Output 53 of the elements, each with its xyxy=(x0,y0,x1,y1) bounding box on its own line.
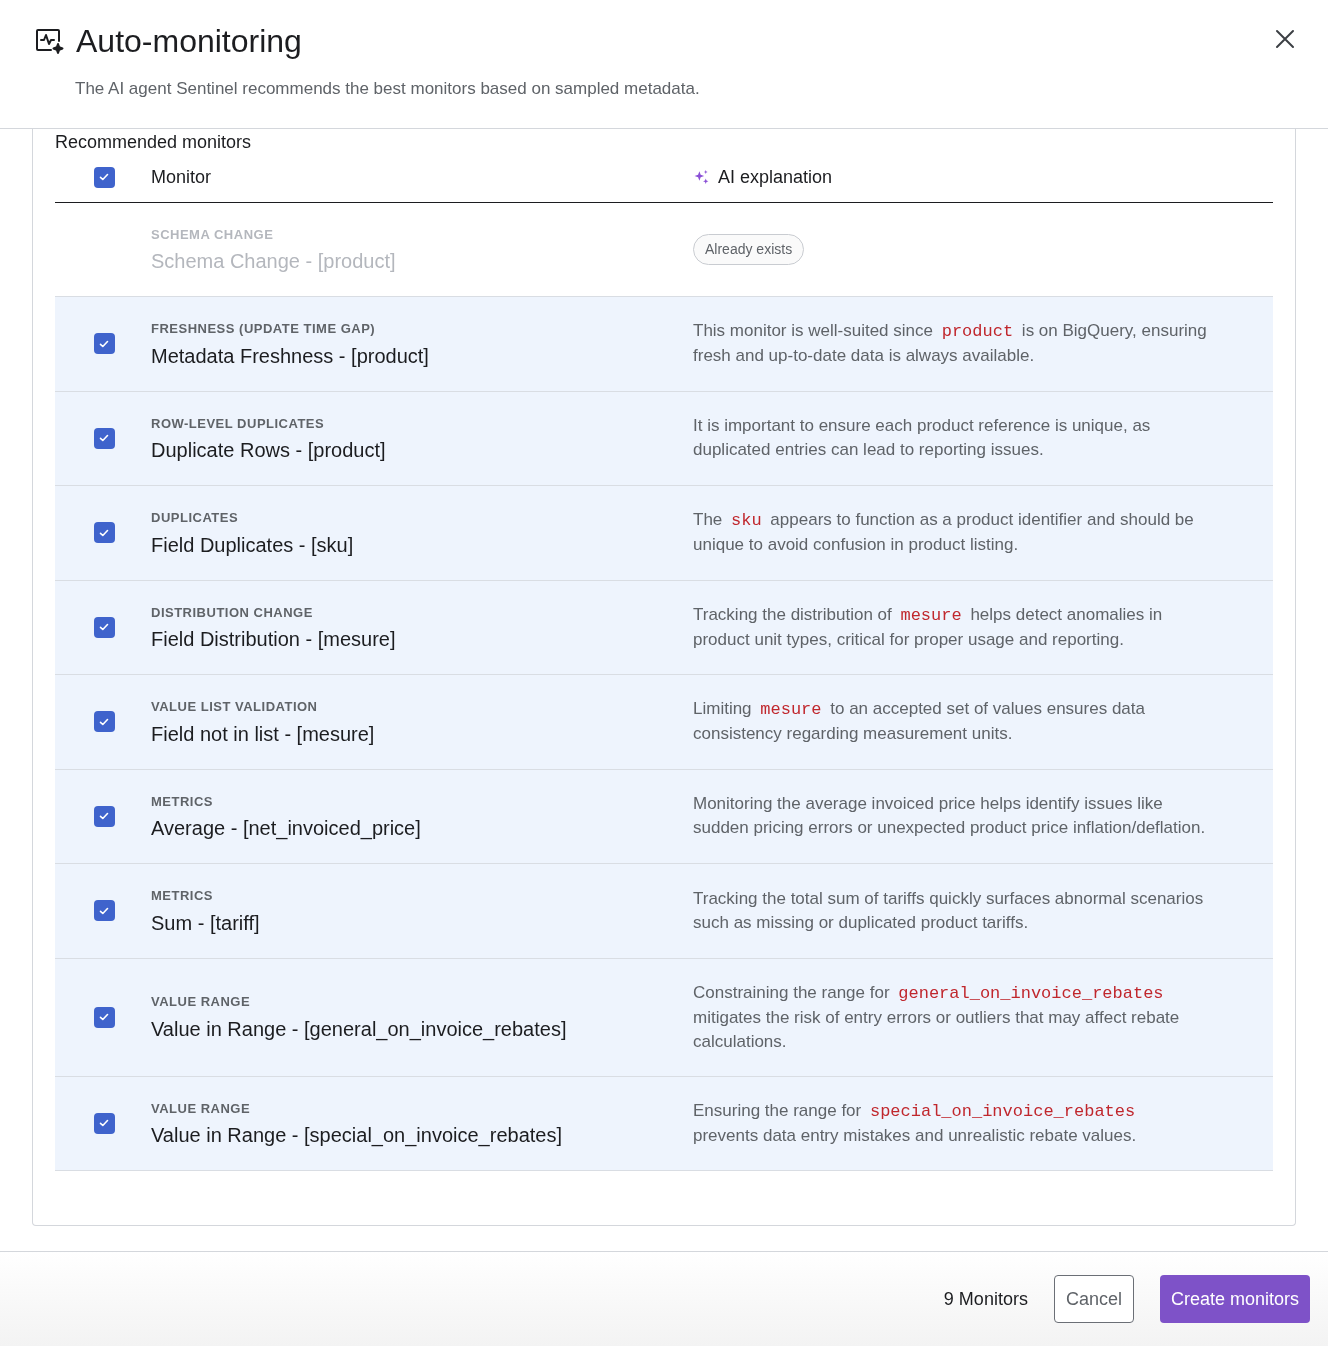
close-icon xyxy=(1274,28,1296,50)
ai-explanation: This monitor is well-suited since product is on BigQuery, ensuring fresh and up-to-date data is always available. xyxy=(693,320,1208,368)
monitor-name: Field not in list - [mesure] xyxy=(151,721,376,747)
column-header: AI explanation xyxy=(718,165,833,189)
checkbox[interactable] xyxy=(93,616,115,638)
ai-explanation: Tracking the total sum of tariffs quickly surfaces abnormal scenarios such as missing or duplicated product tariffs. xyxy=(693,887,1205,934)
ai-explanation: Tracking the distribution of mesure helps detect anomalies in product unit types, critical for proper usage and reporting. xyxy=(693,603,1164,651)
ai-explanation: Limiting mesure to an accepted set of values ensures data consistency regarding measurement units. xyxy=(693,698,1146,746)
checkbox[interactable] xyxy=(93,711,115,733)
monitor-name: Field Duplicates - [sku] xyxy=(151,532,355,558)
monitor-name: Metadata Freshness - [product] xyxy=(151,343,430,369)
monitor-count: 9 Monitors xyxy=(943,1287,1028,1311)
section-title: Recommended monitors xyxy=(55,130,253,153)
monitor-category: VALUE RANGE xyxy=(151,993,252,1012)
monitor-category: DUPLICATES xyxy=(151,509,240,527)
monitor-name: Duplicate Rows - [product] xyxy=(151,438,387,463)
monitor-category: FRESHNESS (UPDATE TIME GAP) xyxy=(151,320,377,338)
column-header: Monitor xyxy=(151,165,213,189)
checkmark-icon xyxy=(98,171,110,183)
monitor-name: Value in Range - [general_on_invoice_rebates] xyxy=(151,1016,568,1042)
monitor-name: Field Distribution - [mesure] xyxy=(151,627,397,652)
monitor-category: METRICS xyxy=(151,887,214,905)
monitor-category: DISTRIBUTION CHANGE xyxy=(151,603,314,622)
checkbox[interactable] xyxy=(93,900,115,922)
ai-explanation: Ensuring the range for special_on_invoice_rebates prevents data entry mistakes and unrealistic rebate values. xyxy=(693,1099,1138,1147)
checkbox[interactable] xyxy=(93,1112,115,1134)
status-badge: Already exists xyxy=(693,233,805,265)
monitor-name: Average - [net_invoiced_price] xyxy=(151,816,422,841)
checkbox[interactable] xyxy=(93,427,115,449)
monitor-name: Schema Change - [product] xyxy=(151,249,397,274)
ai-explanation: Monitoring the average invoiced price helps identify issues like sudden pricing errors or unexpected product price inflation/deflation. xyxy=(693,793,1207,840)
ai-explanation: Constraining the range for general_on_invoice_rebates mitigates the risk of entry errors or outliers that may affect rebate calculations. xyxy=(693,981,1181,1053)
checkbox[interactable] xyxy=(93,333,115,355)
checkbox[interactable] xyxy=(93,166,115,188)
checkmark-icon xyxy=(98,1011,110,1023)
dialog-subtitle: The AI agent Sentinel recommends the best monitors based on sampled metadata. xyxy=(75,78,701,100)
monitor-category: ROW-LEVEL DUPLICATES xyxy=(151,414,326,433)
sparkle-icon xyxy=(693,168,710,186)
monitor-category: VALUE LIST VALIDATION xyxy=(151,698,319,716)
monitor-category: VALUE RANGE xyxy=(151,1099,252,1118)
checkbox[interactable] xyxy=(93,805,115,827)
monitor-name: Value in Range - [special_on_invoice_rebates] xyxy=(151,1123,563,1148)
monitor-category: SCHEMA CHANGE xyxy=(151,225,275,244)
monitor-category: METRICS xyxy=(151,792,214,811)
ai-explanation: It is important to ensure each product reference is unique, as duplicated entries can lead to reporting issues. xyxy=(693,415,1152,462)
cancel-button[interactable]: Cancel xyxy=(1053,1275,1134,1323)
monitor-name: Sum - [tariff] xyxy=(151,910,261,936)
dialog-title: Auto-monitoring xyxy=(76,22,302,60)
checkbox[interactable] xyxy=(93,1006,115,1028)
ai-explanation: The sku appears to function as a product identifier and should be unique to avoid confusion in product listing. xyxy=(693,509,1195,557)
create-monitors-button[interactable]: Create monitors xyxy=(1159,1275,1310,1323)
monitor-sparkle-icon xyxy=(34,26,64,56)
checkbox[interactable] xyxy=(93,522,115,544)
